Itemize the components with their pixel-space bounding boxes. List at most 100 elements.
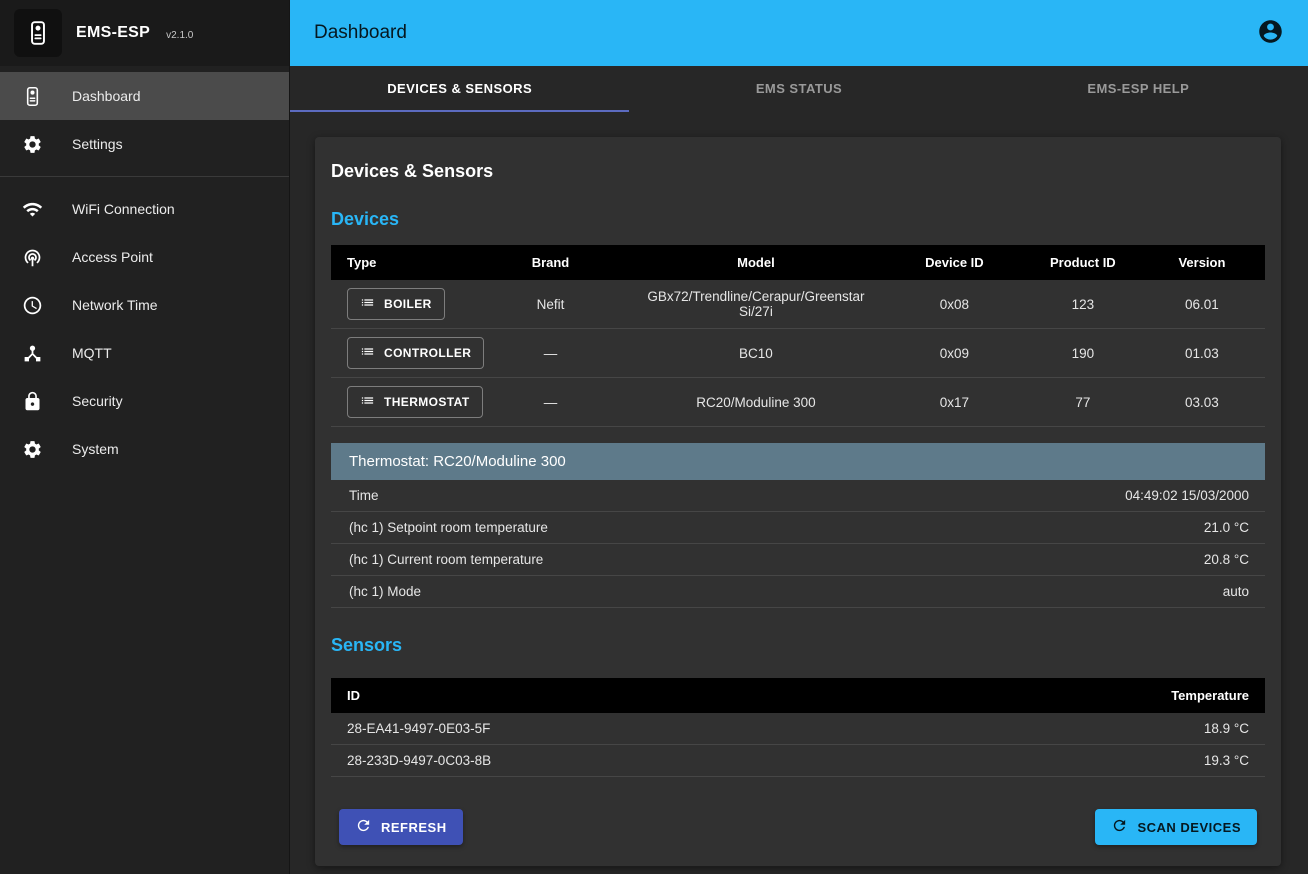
device-detail-header: Thermostat: RC20/Moduline 300 bbox=[331, 443, 1265, 480]
tab-devices-sensors[interactable]: DEVICES & SENSORS bbox=[290, 66, 629, 112]
device-brand: Nefit bbox=[471, 280, 630, 329]
sidebar-item-label: Dashboard bbox=[72, 88, 141, 104]
detail-label: Time bbox=[349, 488, 379, 503]
device-id: 0x08 bbox=[882, 280, 1027, 329]
detail-value: 04:49:02 15/03/2000 bbox=[1125, 488, 1249, 503]
sensors-heading: Sensors bbox=[331, 635, 1265, 656]
list-item: (hc 1) Setpoint room temperature 21.0 °C bbox=[331, 512, 1265, 544]
scan-devices-button[interactable]: SCAN DEVICES bbox=[1095, 809, 1257, 845]
device-icon bbox=[20, 86, 44, 107]
sidebar-item-label: Settings bbox=[72, 136, 123, 152]
refresh-button-label: REFRESH bbox=[381, 820, 447, 835]
tab-ems-status[interactable]: EMS STATUS bbox=[629, 66, 968, 112]
sidebar-item-label: System bbox=[72, 441, 119, 457]
sidebar-header: EMS-ESP v2.1.0 bbox=[0, 0, 289, 66]
topbar: Dashboard bbox=[290, 0, 1308, 66]
device-model: BC10 bbox=[630, 329, 882, 378]
device-id: 0x09 bbox=[882, 329, 1027, 378]
sidebar-item-mqtt[interactable]: MQTT bbox=[0, 329, 289, 377]
actions-row: REFRESH SCAN DEVICES bbox=[331, 809, 1265, 845]
app-logo-icon bbox=[14, 9, 62, 57]
wifi-icon bbox=[20, 199, 44, 220]
sidebar-item-network-time[interactable]: Network Time bbox=[0, 281, 289, 329]
device-id: 0x17 bbox=[882, 378, 1027, 427]
detail-value: 20.8 °C bbox=[1204, 552, 1249, 567]
refresh-icon bbox=[1111, 817, 1128, 837]
lock-icon bbox=[20, 391, 44, 412]
sidebar-item-security[interactable]: Security bbox=[0, 377, 289, 425]
product-id: 77 bbox=[1027, 378, 1139, 427]
detail-label: (hc 1) Current room temperature bbox=[349, 552, 543, 567]
refresh-icon bbox=[355, 817, 372, 837]
device-model: GBx72/Trendline/Cerapur/Greenstar Si/27i bbox=[630, 280, 882, 329]
main-column: Dashboard DEVICES & SENSORS EMS STATUS E… bbox=[290, 0, 1308, 874]
page-title: Dashboard bbox=[314, 22, 407, 44]
sensor-id: 28-EA41-9497-0E03-5F bbox=[331, 713, 891, 745]
sidebar-item-system[interactable]: System bbox=[0, 425, 289, 473]
sensor-id: 28-233D-9497-0C03-8B bbox=[331, 745, 891, 777]
sensor-temperature: 19.3 °C bbox=[891, 745, 1265, 777]
detail-label: (hc 1) Mode bbox=[349, 584, 421, 599]
list-item: (hc 1) Mode auto bbox=[331, 576, 1265, 608]
app-name: EMS-ESP bbox=[76, 24, 150, 42]
sidebar-item-label: Network Time bbox=[72, 297, 158, 313]
detail-label: (hc 1) Setpoint room temperature bbox=[349, 520, 548, 535]
device-type-label: CONTROLLER bbox=[384, 346, 471, 360]
account-button[interactable] bbox=[1257, 18, 1284, 48]
device-version: 03.03 bbox=[1139, 378, 1265, 427]
product-id: 190 bbox=[1027, 329, 1139, 378]
device-brand: — bbox=[471, 378, 630, 427]
sidebar-item-settings[interactable]: Settings bbox=[0, 120, 289, 168]
product-id: 123 bbox=[1027, 280, 1139, 329]
table-row: BOILER Nefit GBx72/Trendline/Cerapur/Gre… bbox=[331, 280, 1265, 329]
list-icon bbox=[360, 295, 375, 313]
column-header-device-id: Device ID bbox=[882, 245, 1027, 280]
sidebar-item-label: Security bbox=[72, 393, 123, 409]
gear-icon bbox=[20, 134, 44, 155]
sidebar-item-label: MQTT bbox=[72, 345, 112, 361]
clock-icon bbox=[20, 295, 44, 316]
content-area: Devices & Sensors Devices Type Brand Mod… bbox=[290, 112, 1308, 874]
sidebar-item-label: Access Point bbox=[72, 249, 153, 265]
scan-devices-button-label: SCAN DEVICES bbox=[1137, 820, 1241, 835]
device-type-label: BOILER bbox=[384, 297, 432, 311]
table-row: THERMOSTAT — RC20/Moduline 300 0x17 77 0… bbox=[331, 378, 1265, 427]
sidebar-item-dashboard[interactable]: Dashboard bbox=[0, 72, 289, 120]
column-header-product-id: Product ID bbox=[1027, 245, 1139, 280]
thermostat-device-button[interactable]: THERMOSTAT bbox=[347, 386, 483, 418]
sidebar-item-wifi-connection[interactable]: WiFi Connection bbox=[0, 185, 289, 233]
list-item: (hc 1) Current room temperature 20.8 °C bbox=[331, 544, 1265, 576]
card-title: Devices & Sensors bbox=[331, 161, 1265, 182]
list-icon bbox=[360, 393, 375, 411]
column-header-version: Version bbox=[1139, 245, 1265, 280]
boiler-device-button[interactable]: BOILER bbox=[347, 288, 445, 320]
table-row: 28-EA41-9497-0E03-5F 18.9 °C bbox=[331, 713, 1265, 745]
sidebar-item-access-point[interactable]: Access Point bbox=[0, 233, 289, 281]
table-row: 28-233D-9497-0C03-8B 19.3 °C bbox=[331, 745, 1265, 777]
column-header-brand: Brand bbox=[471, 245, 630, 280]
devices-sensors-card: Devices & Sensors Devices Type Brand Mod… bbox=[315, 137, 1281, 866]
device-brand: — bbox=[471, 329, 630, 378]
app-version: v2.1.0 bbox=[166, 26, 193, 41]
device-type-label: THERMOSTAT bbox=[384, 395, 470, 409]
refresh-button[interactable]: REFRESH bbox=[339, 809, 463, 845]
devices-heading: Devices bbox=[331, 209, 1265, 230]
sidebar-item-label: WiFi Connection bbox=[72, 201, 175, 217]
sensor-temperature: 18.9 °C bbox=[891, 713, 1265, 745]
column-header-temperature: Temperature bbox=[891, 678, 1265, 713]
sidebar: EMS-ESP v2.1.0 Dashboard Settings bbox=[0, 0, 290, 874]
list-item: Time 04:49:02 15/03/2000 bbox=[331, 480, 1265, 512]
tab-bar: DEVICES & SENSORS EMS STATUS EMS-ESP HEL… bbox=[290, 66, 1308, 112]
sensors-table: ID Temperature 28-EA41-9497-0E03-5F 18.9… bbox=[331, 678, 1265, 777]
tab-ems-esp-help[interactable]: EMS-ESP HELP bbox=[969, 66, 1308, 112]
detail-value: auto bbox=[1223, 584, 1249, 599]
sensors-table-header-row: ID Temperature bbox=[331, 678, 1265, 713]
column-header-sensor-id: ID bbox=[331, 678, 891, 713]
devices-table-header-row: Type Brand Model Device ID Product ID Ve… bbox=[331, 245, 1265, 280]
device-version: 06.01 bbox=[1139, 280, 1265, 329]
device-model: RC20/Moduline 300 bbox=[630, 378, 882, 427]
controller-device-button[interactable]: CONTROLLER bbox=[347, 337, 484, 369]
devices-table: Type Brand Model Device ID Product ID Ve… bbox=[331, 245, 1265, 427]
table-row: CONTROLLER — BC10 0x09 190 01.03 bbox=[331, 329, 1265, 378]
list-icon bbox=[360, 344, 375, 362]
